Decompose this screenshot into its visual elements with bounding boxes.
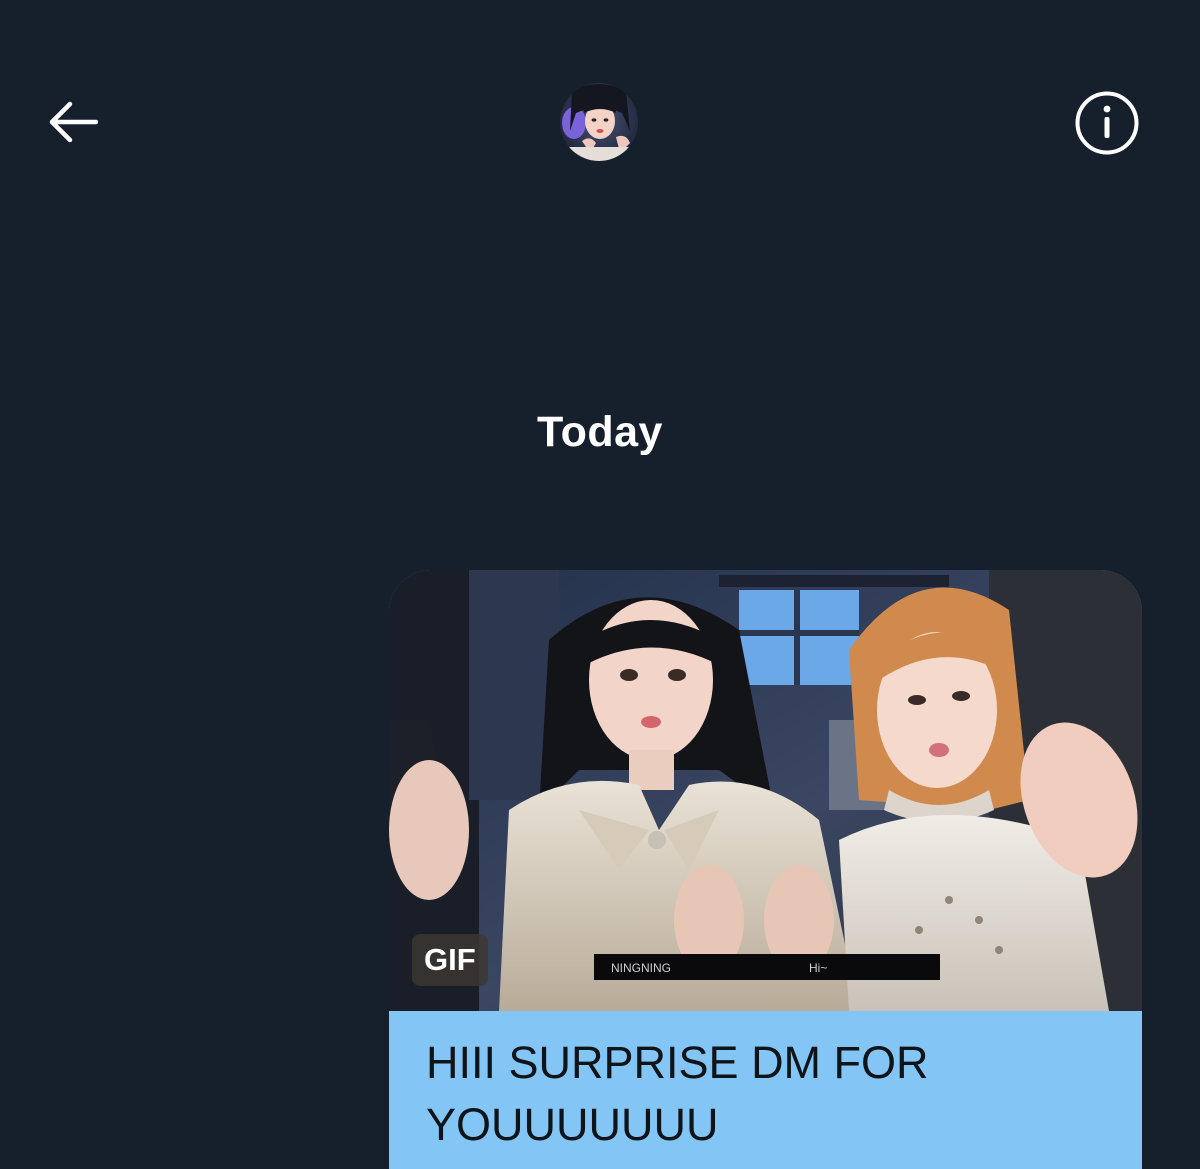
avatar-image: [560, 83, 638, 161]
avatar[interactable]: [560, 83, 638, 161]
gif-badge: GIF: [412, 934, 488, 986]
gif-caption-right: Hi~: [809, 961, 827, 975]
info-button[interactable]: [1074, 90, 1140, 156]
gif-caption-left: NINGNING: [611, 961, 671, 975]
date-separator: Today: [537, 408, 663, 456]
back-button[interactable]: [38, 92, 102, 152]
message-bubble[interactable]: NINGNING Hi~ GIF HIII SURPRISE DM FOR YO…: [389, 570, 1142, 1169]
arrow-left-icon: [49, 101, 98, 143]
gif-image: NINGNING Hi~: [389, 570, 1142, 1011]
dm-screen: Today NINGNING Hi~ GIF HIII SURPRISE DM …: [0, 0, 1200, 1169]
gif-media[interactable]: NINGNING Hi~ GIF: [389, 570, 1142, 1011]
message-text: HIII SURPRISE DM FOR YOUUUUUUU: [426, 1037, 929, 1150]
info-circle-icon: [1075, 91, 1139, 155]
